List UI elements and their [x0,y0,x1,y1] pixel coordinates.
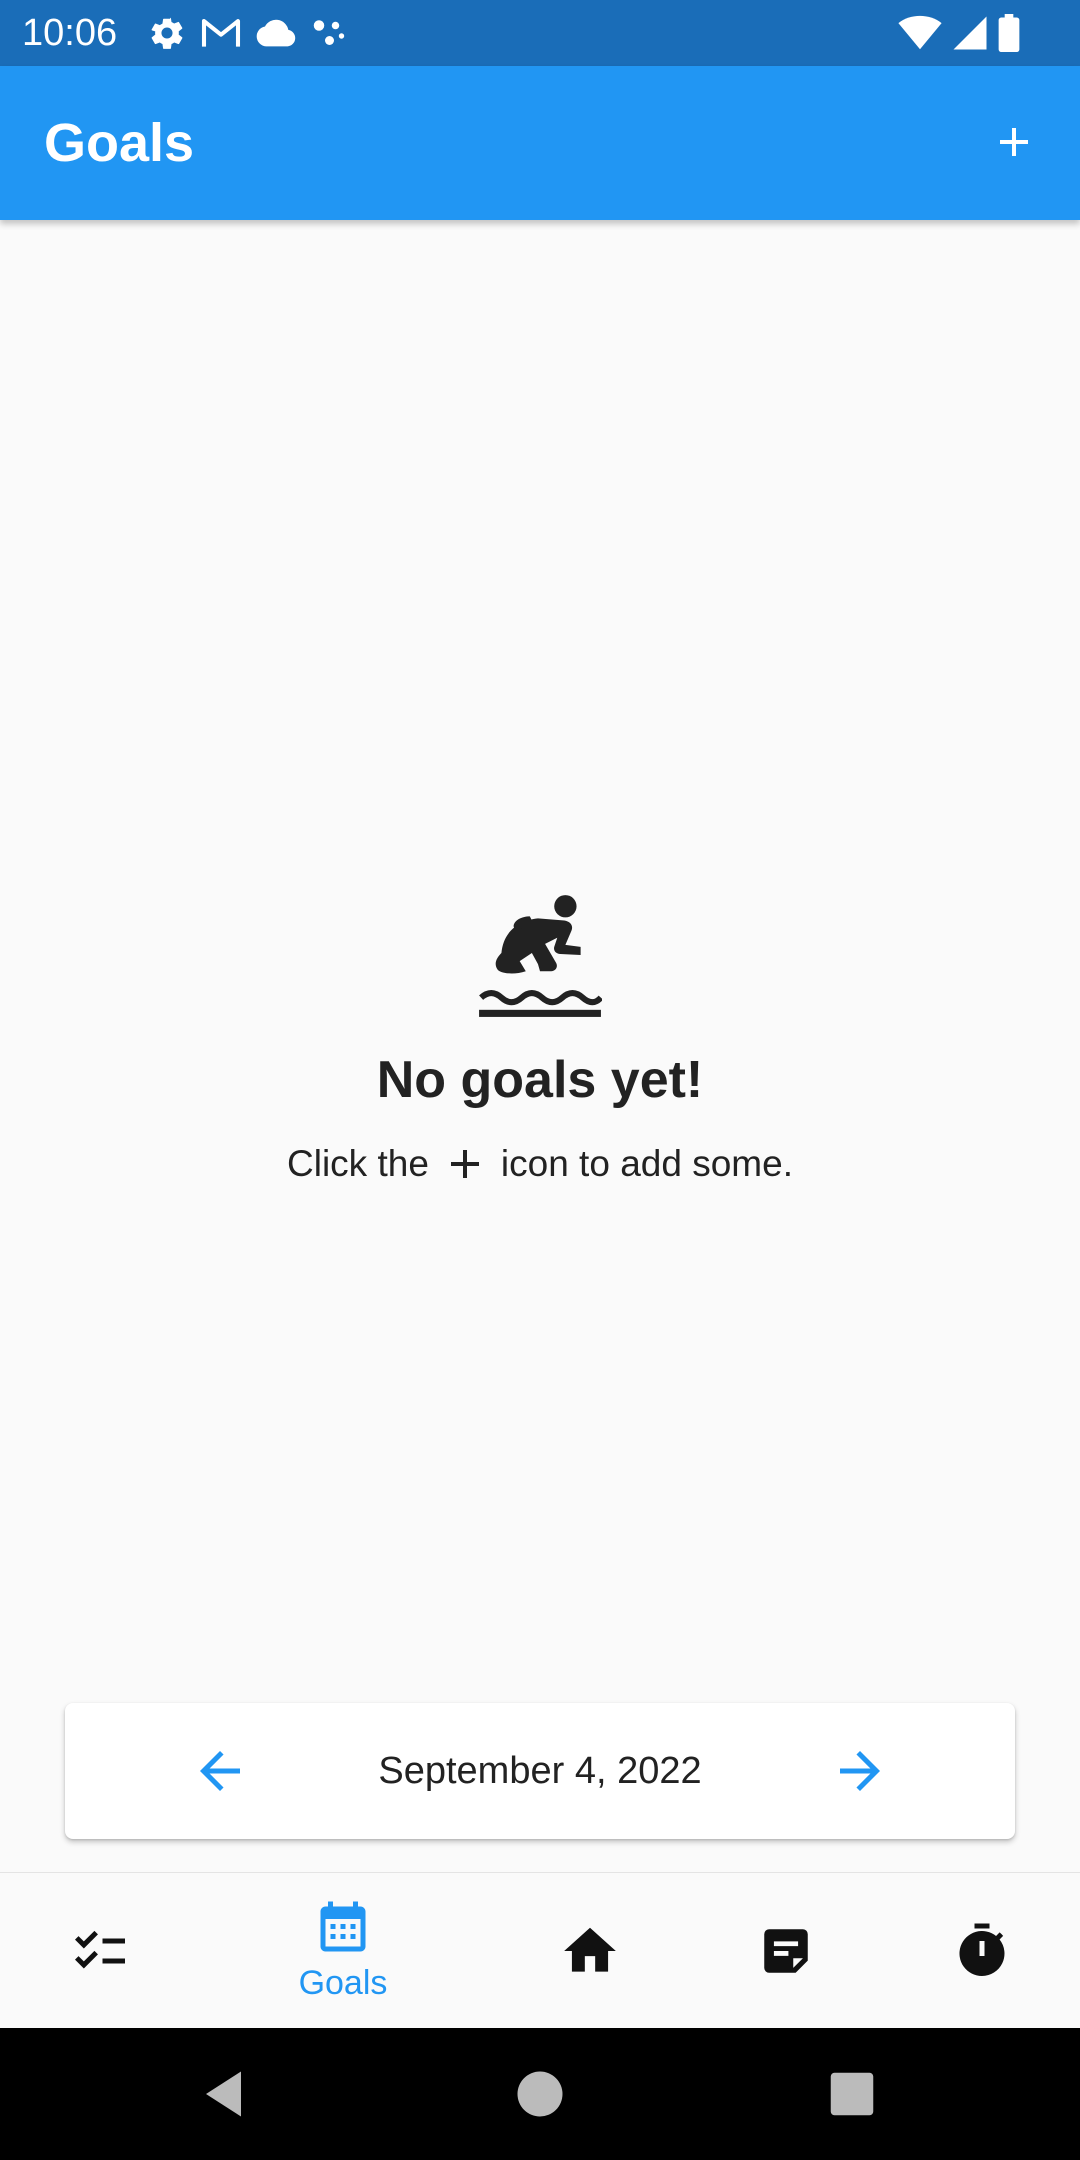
add-icon [1000,128,1028,156]
app-bar: Goals [0,66,1080,220]
cloud-icon [256,19,296,47]
assistant-icon [313,20,345,45]
empty-state: No goals yet! Click the icon to add some… [0,890,1080,1188]
nav-label-goals: Goals [298,1964,388,2002]
status-bar: 10:06 [0,0,1080,66]
checklist-icon [75,1930,125,1969]
home-icon [564,1927,616,1972]
battery-icon [998,14,1020,52]
date-navigator: September 4, 2022 [65,1703,1015,1839]
nav-item-checklist[interactable] [48,1873,152,2029]
gmail-icon [201,19,241,47]
page-title: Goals [44,113,195,173]
bottom-nav: Goals [0,1872,1080,2029]
signal-icon [953,16,987,50]
add-icon [450,1150,479,1178]
nav-item-timer[interactable] [930,1873,1034,2029]
timer-icon [959,1923,1005,1976]
note-icon [764,1929,808,1973]
settings-icon [151,17,183,49]
home-circle-icon[interactable] [510,2064,570,2124]
recents-icon[interactable] [822,2064,882,2124]
add-goal-button[interactable] [982,110,1046,174]
nav-item-home[interactable] [538,1873,642,2029]
wifi-icon [898,15,942,50]
nav-item-notes[interactable] [734,1873,838,2029]
nav-item-goals[interactable]: Goals [270,1873,416,2029]
empty-subtitle-before: Click the [287,1143,429,1184]
status-time: 10:06 [22,12,118,54]
system-nav-bar [0,2028,1080,2160]
empty-subtitle: Click the icon to add some. [0,1140,1080,1188]
empty-title: No goals yet! [376,1051,704,1109]
arrow-right-icon [840,1751,880,1791]
back-icon[interactable] [196,2064,256,2124]
next-day-button[interactable] [830,1741,890,1801]
empty-subtitle-after: icon to add some. [500,1143,793,1184]
calendar-icon [320,1901,366,1952]
surfing-icon [479,895,602,1017]
